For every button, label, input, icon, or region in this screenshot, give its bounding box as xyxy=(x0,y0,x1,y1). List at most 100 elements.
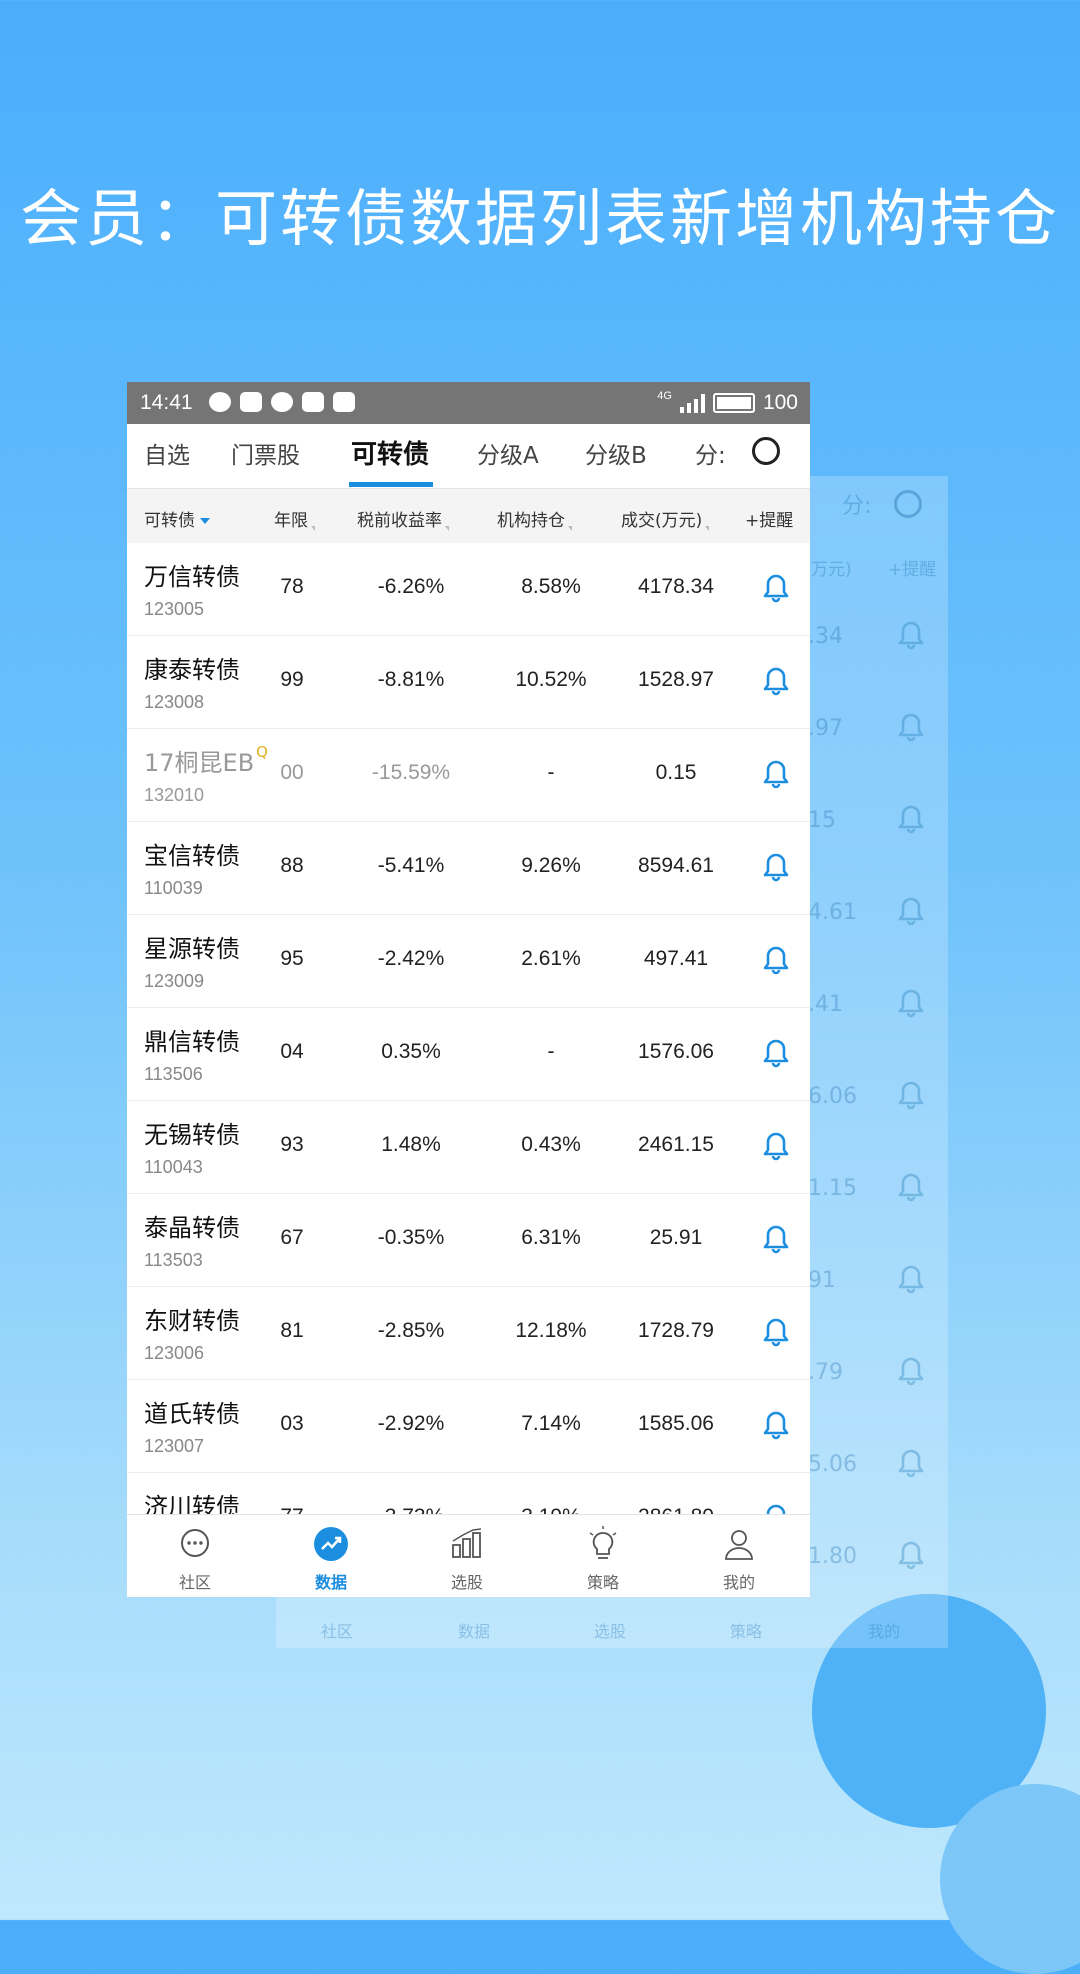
table-row[interactable]: 宝信转债 110039 88 -5.41% 9.26% 8594.61 xyxy=(127,822,810,915)
bond-yield: -6.26% xyxy=(377,575,445,598)
bond-code: 113506 xyxy=(144,1064,203,1084)
table-row[interactable]: 东财转债 123006 81 -2.85% 12.18% 1728.79 xyxy=(127,1287,810,1380)
column-holding-label: 机构持仓 xyxy=(497,511,565,531)
bell-icon[interactable] xyxy=(763,1131,789,1165)
table-row[interactable]: 无锡转债 110043 93 1.48% 0.43% 2461.15 xyxy=(127,1101,810,1194)
person-icon xyxy=(725,1530,753,1560)
sort-icon xyxy=(705,526,710,531)
bell-icon[interactable] xyxy=(763,1410,789,1444)
column-name[interactable]: 可转债 xyxy=(144,506,210,531)
ghost-nav-label: 策略 xyxy=(730,1622,763,1641)
bond-yield: -2.85% xyxy=(377,1319,445,1342)
ghost-volume-value: 4.61 xyxy=(808,900,857,925)
nav-community[interactable]: 社区 xyxy=(135,1525,255,1593)
bell-icon[interactable] xyxy=(763,945,789,979)
bond-term: 03 xyxy=(280,1412,304,1435)
q-badge: Q xyxy=(256,743,268,761)
bond-name: 宝信转债 xyxy=(144,842,240,870)
network-type: 4G xyxy=(657,390,672,402)
nav-stock-picker-label: 选股 xyxy=(450,1573,483,1592)
ghost-bell-icon xyxy=(898,1356,924,1390)
bell-icon[interactable] xyxy=(763,759,789,793)
bottom-nav: 社区 数据 选股 策略 我的 xyxy=(127,1514,810,1597)
bond-list: 万信转债 123005 78 -6.26% 8.58% 4178.34 康泰转债 123008… xyxy=(127,543,810,1566)
ghost-volume-value: 91 xyxy=(808,1268,836,1293)
bell-icon[interactable] xyxy=(763,573,789,607)
document-icon xyxy=(333,392,355,412)
bond-name: 星源转债 xyxy=(144,935,240,963)
active-tab-indicator xyxy=(349,482,433,487)
bond-holding: 8.58% xyxy=(521,575,581,598)
ghost-nav-label: 数据 xyxy=(458,1622,491,1641)
bond-yield: 0.35% xyxy=(381,1040,441,1063)
bond-holding: 10.52% xyxy=(515,668,587,691)
table-row[interactable]: 泰晶转债 113503 67 -0.35% 6.31% 25.91 xyxy=(127,1194,810,1287)
table-row[interactable]: 17桐昆EB Q 132010 00 -15.59% - 0.15 xyxy=(127,729,810,822)
bar-chart-icon xyxy=(452,1528,482,1558)
bond-volume: 0.15 xyxy=(655,761,697,784)
battery-level: 100 xyxy=(762,391,798,414)
column-holding[interactable]: 机构持仓 xyxy=(497,506,572,531)
bond-name: 鼎信转债 xyxy=(144,1028,240,1056)
bond-name: 康泰转债 xyxy=(144,656,240,684)
notification-icons xyxy=(209,392,355,412)
nav-mine[interactable]: 我的 xyxy=(679,1525,799,1593)
table-row[interactable]: 康泰转债 123008 99 -8.81% 10.52% 1528.97 xyxy=(127,636,810,729)
tab-watchlist[interactable]: 自选 xyxy=(144,436,190,470)
column-name-label: 可转债 xyxy=(144,511,195,531)
tab-more[interactable]: 分: xyxy=(695,436,726,470)
bond-term: 67 xyxy=(280,1226,304,1249)
ghost-bell-icon xyxy=(898,804,924,838)
nav-data[interactable]: 数据 xyxy=(271,1525,391,1593)
column-volume[interactable]: 成交(万元) xyxy=(621,506,710,531)
bond-term: 93 xyxy=(280,1133,304,1156)
table-row[interactable]: 道氏转债 123007 03 -2.92% 7.14% 1585.06 xyxy=(127,1380,810,1473)
bell-icon[interactable] xyxy=(763,852,789,886)
bond-code: 123007 xyxy=(144,1436,205,1456)
signal-icon xyxy=(679,393,705,413)
ghost-volume-value: 1.15 xyxy=(808,1176,857,1201)
tab-graded-a[interactable]: 分级A xyxy=(477,436,539,470)
tab-graded-b[interactable]: 分级B xyxy=(585,436,647,470)
ghost-volume-value: 1.80 xyxy=(808,1544,857,1569)
bond-holding: 9.26% xyxy=(521,854,581,877)
search-icon[interactable] xyxy=(752,437,780,465)
bond-volume: 8594.61 xyxy=(638,854,714,877)
bond-volume: 1728.79 xyxy=(638,1319,714,1342)
nav-strategy[interactable]: 策略 xyxy=(543,1525,663,1593)
bond-code: 113503 xyxy=(144,1250,203,1270)
table-row[interactable]: 鼎信转债 113506 04 0.35% - 1576.06 xyxy=(127,1008,810,1101)
bond-yield: -2.92% xyxy=(377,1412,445,1435)
sort-icon xyxy=(568,526,572,531)
bell-icon[interactable] xyxy=(763,666,789,700)
column-yield[interactable]: 税前收益率 xyxy=(357,506,449,531)
bell-icon[interactable] xyxy=(763,1224,789,1258)
nav-stock-picker[interactable]: 选股 xyxy=(407,1525,527,1593)
ghost-bell-icon xyxy=(898,988,924,1022)
table-row[interactable]: 星源转债 123009 95 -2.42% 2.61% 497.41 xyxy=(127,915,810,1008)
bond-volume: 2461.15 xyxy=(638,1133,714,1156)
bond-code: 123005 xyxy=(144,599,205,619)
record-icon xyxy=(271,392,293,412)
ghost-nav-label: 社区 xyxy=(321,1622,354,1641)
bond-code: 123008 xyxy=(144,692,205,712)
ghost-volume-value: .41 xyxy=(808,992,843,1017)
column-term[interactable]: 年限 xyxy=(274,506,315,531)
bond-yield: -8.81% xyxy=(377,668,445,691)
ghost-nav-label: 我的 xyxy=(868,1622,901,1641)
ghost-alert-header: +提醒 xyxy=(888,560,937,580)
ghost-volume-value: 6.06 xyxy=(808,1084,857,1109)
tab-ticket-stocks[interactable]: 门票股 xyxy=(231,436,300,470)
column-alert[interactable]: +提醒 xyxy=(745,506,793,531)
bell-icon[interactable] xyxy=(763,1038,789,1072)
phone-screen: 14:41 4G 100 自选 门票股 可转债 分级A 分级B 分: 可转债 年… xyxy=(127,382,810,1597)
bell-icon[interactable] xyxy=(763,1317,789,1351)
bond-volume: 1585.06 xyxy=(638,1412,714,1435)
bond-yield: -0.35% xyxy=(377,1226,445,1249)
column-yield-label: 税前收益率 xyxy=(357,511,442,531)
tab-convertible-bonds[interactable]: 可转债 xyxy=(351,434,429,471)
table-row[interactable]: 万信转债 123005 78 -6.26% 8.58% 4178.34 xyxy=(127,543,810,636)
bond-name: 泰晶转债 xyxy=(144,1214,240,1242)
bond-term: 88 xyxy=(280,854,304,877)
bond-volume: 1528.97 xyxy=(638,668,714,691)
